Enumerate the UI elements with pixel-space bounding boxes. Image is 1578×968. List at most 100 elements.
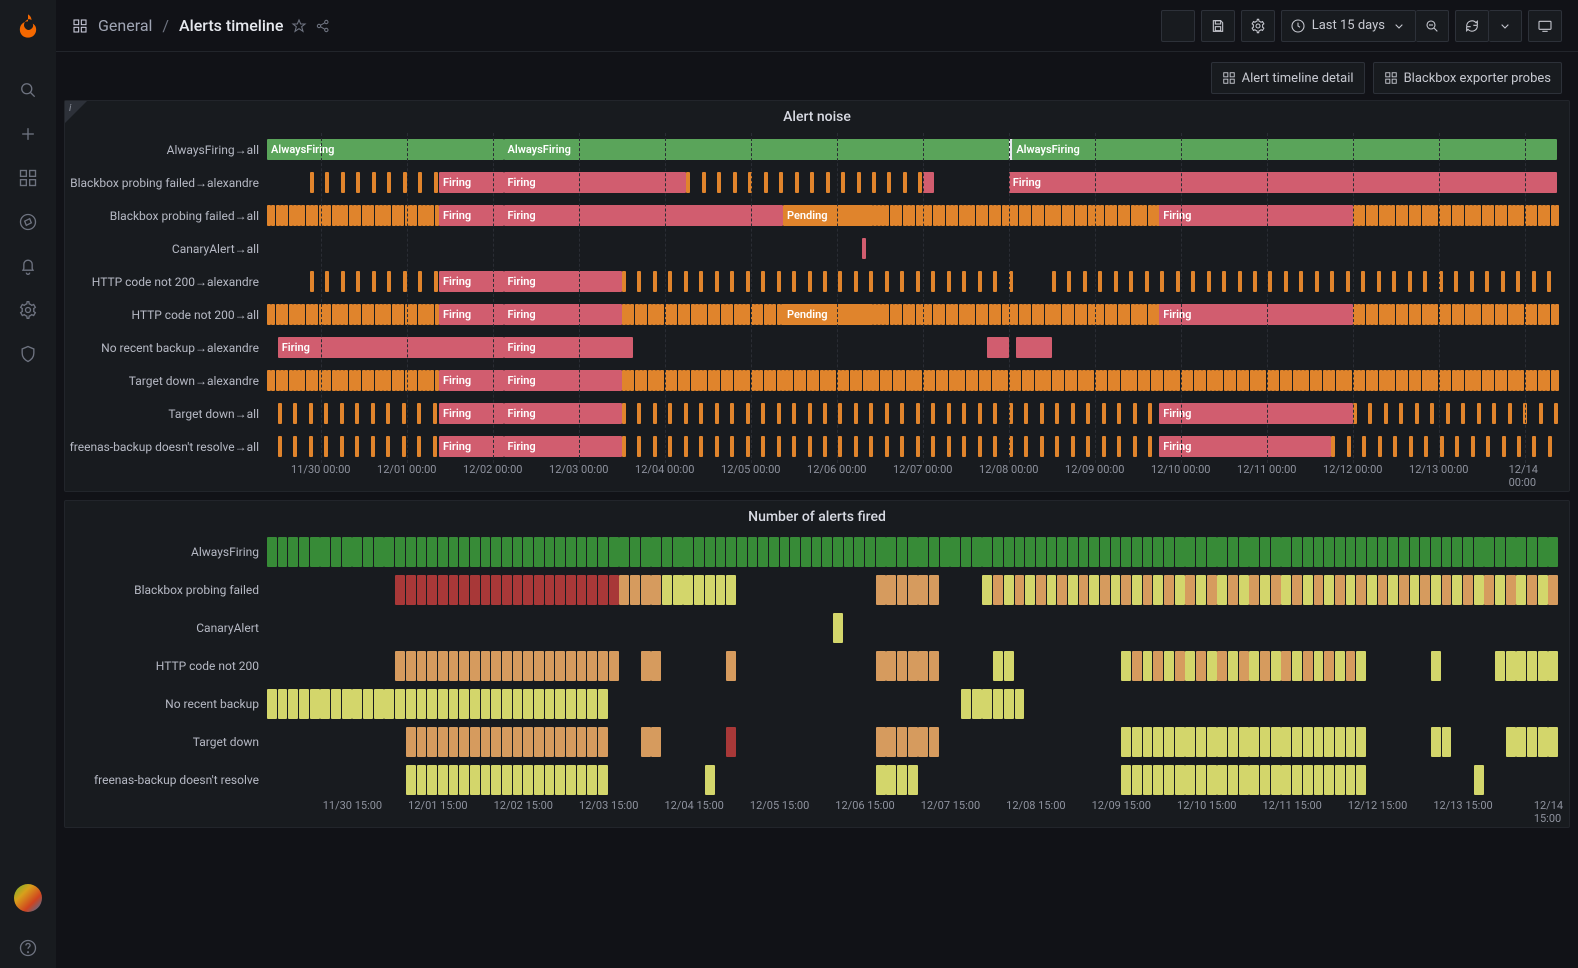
explore-icon[interactable] xyxy=(8,202,48,242)
x-tick: 12/11 15:00 xyxy=(1262,799,1321,812)
row-label: Target down→alexandre xyxy=(77,364,267,397)
time-range-button[interactable]: Last 15 days xyxy=(1281,10,1416,42)
x-tick: 12/04 00:00 xyxy=(635,463,694,476)
panel-info-corner[interactable] xyxy=(65,101,87,123)
alerting-icon[interactable] xyxy=(8,246,48,286)
link-label: Alert timeline detail xyxy=(1242,71,1354,86)
x-tick: 12/09 00:00 xyxy=(1065,463,1124,476)
x-tick: 12/03 00:00 xyxy=(549,463,608,476)
grafana-logo-icon[interactable] xyxy=(12,10,44,42)
link-alert-timeline-detail[interactable]: Alert timeline detail xyxy=(1211,62,1365,94)
row-label: freenas-backup doesn't resolve→all xyxy=(77,430,267,463)
link-label: Blackbox exporter probes xyxy=(1404,71,1551,86)
star-icon[interactable] xyxy=(291,18,307,34)
panel-alert-count[interactable]: Number of alerts fired AlwaysFiringBlack… xyxy=(64,500,1570,828)
row-label: Blackbox probing failed xyxy=(77,571,267,609)
x-tick: 12/01 15:00 xyxy=(408,799,467,812)
x-tick: 12/07 15:00 xyxy=(921,799,980,812)
x-tick: 12/06 00:00 xyxy=(807,463,866,476)
row-label: HTTP code not 200→all xyxy=(77,298,267,331)
row-label: HTTP code not 200→alexandre xyxy=(77,265,267,298)
user-avatar[interactable] xyxy=(14,884,42,912)
grid-icon xyxy=(1222,71,1236,85)
save-dashboard-button[interactable] xyxy=(1201,10,1235,42)
timeline-row: FiringFiring xyxy=(267,364,1557,397)
dashboards-icon[interactable] xyxy=(8,158,48,198)
timeline-row: FiringFiringFiring xyxy=(267,397,1557,430)
refresh-button[interactable] xyxy=(1455,10,1489,42)
timeline-row: AlwaysFiringAlwaysFiringAlwaysFiring xyxy=(267,133,1557,166)
clock-icon xyxy=(1290,18,1306,34)
refresh-interval-button[interactable] xyxy=(1489,10,1522,42)
topbar: General / Alerts timeline Last 15 days xyxy=(56,0,1578,52)
row-label: No recent backup→alexandre xyxy=(77,331,267,364)
panel-alert-noise[interactable]: Alert noise AlwaysFiring→allBlackbox pro… xyxy=(64,100,1570,492)
heatmap-row xyxy=(267,609,1557,647)
x-tick: 12/05 00:00 xyxy=(721,463,780,476)
page-title[interactable]: Alerts timeline xyxy=(179,16,283,35)
link-blackbox-probes[interactable]: Blackbox exporter probes xyxy=(1373,62,1562,94)
main: General / Alerts timeline Last 15 days xyxy=(56,0,1578,968)
chevron-down-icon xyxy=(1391,18,1407,34)
timeline-row xyxy=(267,232,1557,265)
x-tick: 12/02 15:00 xyxy=(494,799,553,812)
timeline-row: FiringFiringFiring xyxy=(267,430,1557,463)
x-tick: 12/03 15:00 xyxy=(579,799,638,812)
panel-title: Alert noise xyxy=(65,101,1569,129)
row-label: AlwaysFiring→all xyxy=(77,133,267,166)
x-tick: 12/12 15:00 xyxy=(1348,799,1407,812)
dashboard-settings-button[interactable] xyxy=(1241,10,1275,42)
dashboard-links: Alert timeline detail Blackbox exporter … xyxy=(56,52,1578,100)
breadcrumb-folder[interactable]: General xyxy=(98,16,152,35)
row-label: freenas-backup doesn't resolve xyxy=(77,761,267,799)
help-icon[interactable] xyxy=(8,928,48,968)
heatmap-row xyxy=(267,685,1557,723)
heatmap-row xyxy=(267,723,1557,761)
sidebar xyxy=(0,0,56,968)
x-tick: 12/05 15:00 xyxy=(750,799,809,812)
plus-icon[interactable] xyxy=(8,114,48,154)
x-tick: 12/07 00:00 xyxy=(893,463,952,476)
heatmap-row xyxy=(267,571,1557,609)
row-label: Blackbox probing failed→all xyxy=(77,199,267,232)
row-label: CanaryAlert→all xyxy=(77,232,267,265)
x-tick: 11/30 15:00 xyxy=(323,799,382,812)
row-label: Blackbox probing failed→alexandre xyxy=(77,166,267,199)
x-tick: 12/12 00:00 xyxy=(1323,463,1382,476)
grid-icon xyxy=(72,18,88,34)
x-tick: 12/11 00:00 xyxy=(1237,463,1296,476)
timeline-row: FiringFiring xyxy=(267,331,1557,364)
timeline-row: FiringFiringPendingFiring xyxy=(267,199,1557,232)
x-tick: 12/09 15:00 xyxy=(1092,799,1151,812)
tv-mode-button[interactable] xyxy=(1528,10,1562,42)
search-icon[interactable] xyxy=(8,70,48,110)
heatmap-row xyxy=(267,647,1557,685)
gear-icon[interactable] xyxy=(8,290,48,330)
timeline-row: FiringFiring xyxy=(267,265,1557,298)
timeline-row: FiringFiringFiring xyxy=(267,166,1557,199)
breadcrumb: General / Alerts timeline xyxy=(72,16,283,35)
add-panel-button[interactable] xyxy=(1161,10,1195,42)
x-tick: 12/10 15:00 xyxy=(1177,799,1236,812)
breadcrumb-separator: / xyxy=(162,16,169,35)
x-tick: 12/08 00:00 xyxy=(979,463,1038,476)
row-label: No recent backup xyxy=(77,685,267,723)
share-icon[interactable] xyxy=(315,18,331,34)
x-tick: 12/13 00:00 xyxy=(1409,463,1468,476)
x-tick: 12/04 15:00 xyxy=(664,799,723,812)
timeline-row: FiringFiringPendingFiring xyxy=(267,298,1557,331)
row-label: Target down→all xyxy=(77,397,267,430)
heatmap-row xyxy=(267,761,1557,799)
shield-icon[interactable] xyxy=(8,334,48,374)
x-tick: 11/30 00:00 xyxy=(291,463,350,476)
grid-icon xyxy=(1384,71,1398,85)
x-tick: 12/08 15:00 xyxy=(1006,799,1065,812)
x-tick: 12/14 15:00 xyxy=(1534,799,1563,825)
x-tick: 12/13 15:00 xyxy=(1433,799,1492,812)
x-tick: 12/10 00:00 xyxy=(1151,463,1210,476)
zoom-out-button[interactable] xyxy=(1416,10,1449,42)
time-range-label: Last 15 days xyxy=(1312,18,1385,33)
panel-title: Number of alerts fired xyxy=(65,501,1569,529)
x-tick: 12/14 00:00 xyxy=(1509,463,1541,489)
x-tick: 12/01 00:00 xyxy=(377,463,436,476)
